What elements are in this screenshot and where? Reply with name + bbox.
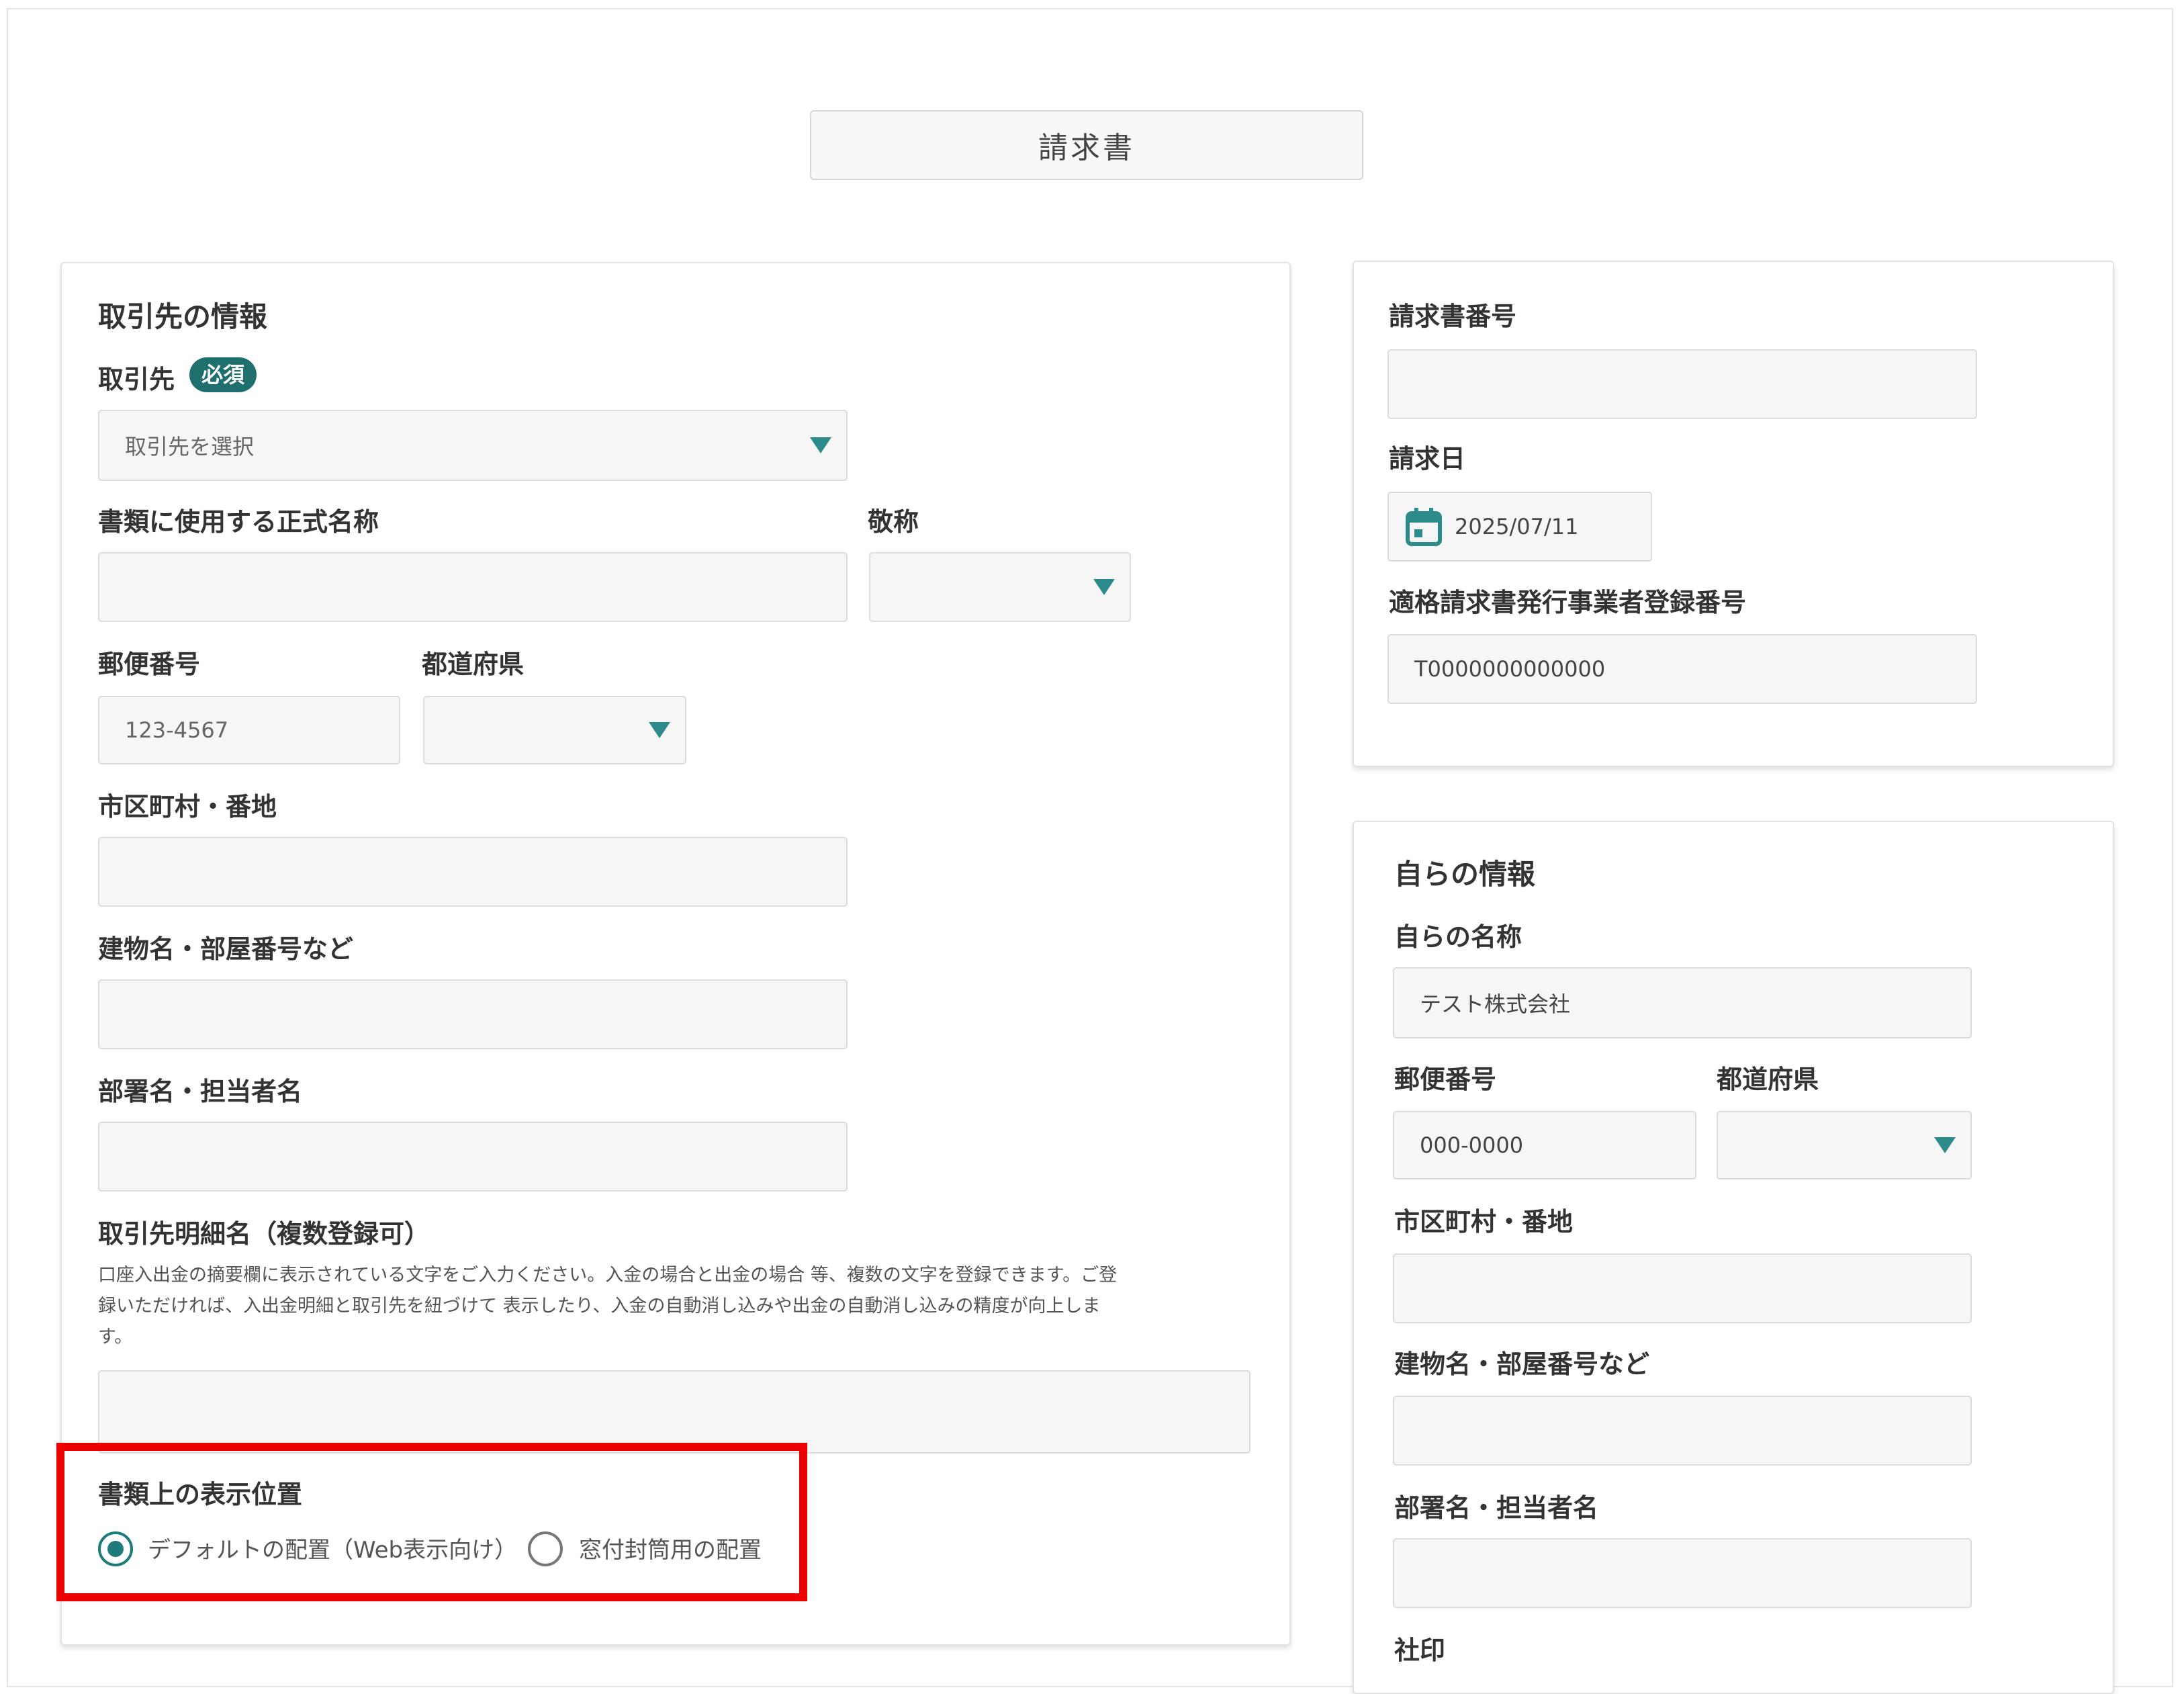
official-name-input[interactable] bbox=[98, 552, 848, 622]
help-line: 口座入出金の摘要欄に表示されている文字をご入力ください。入金の場合と出金の場合 … bbox=[98, 1265, 1118, 1286]
radio-window-label[interactable]: 窓付封筒用の配置 bbox=[579, 1531, 762, 1564]
invoice-number-label: 請求書番号 bbox=[1389, 302, 1517, 331]
postal-input[interactable]: 123-4567 bbox=[98, 696, 400, 764]
client-section-title: 取引先の情報 bbox=[98, 300, 268, 333]
radio-default-label[interactable]: デフォルトの配置（Web表示向け） bbox=[148, 1531, 517, 1564]
own-building-input[interactable] bbox=[1393, 1396, 1972, 1466]
own-postal-input[interactable]: 000-0000 bbox=[1393, 1111, 1696, 1179]
invoice-number-input[interactable] bbox=[1387, 349, 1977, 419]
department-input[interactable] bbox=[98, 1122, 848, 1192]
registration-input[interactable]: T0000000000000 bbox=[1387, 634, 1977, 704]
own-prefecture-label: 都道府県 bbox=[1717, 1065, 1819, 1094]
registration-value: T0000000000000 bbox=[1414, 656, 1606, 682]
detail-name-input[interactable] bbox=[98, 1370, 1250, 1454]
postal-input-placeholder: 123-4567 bbox=[125, 717, 229, 743]
highlight-box bbox=[56, 1443, 807, 1601]
building-label: 建物名・部屋番号など bbox=[98, 934, 354, 964]
chevron-down-icon bbox=[649, 722, 670, 738]
department-label: 部署名・担当者名 bbox=[98, 1077, 303, 1106]
own-building-label: 建物名・部屋番号など bbox=[1394, 1349, 1650, 1379]
postal-label: 郵便番号 bbox=[98, 650, 201, 679]
client-label: 取引先 bbox=[98, 365, 175, 394]
radio-window-envelope[interactable] bbox=[528, 1531, 563, 1566]
own-postal-value: 000-0000 bbox=[1420, 1132, 1524, 1158]
honorific-select[interactable] bbox=[869, 552, 1131, 622]
own-department-label: 部署名・担当者名 bbox=[1394, 1493, 1599, 1523]
chevron-down-icon bbox=[810, 437, 831, 453]
chevron-down-icon bbox=[1093, 579, 1115, 595]
official-name-label: 書類に使用する正式名称 bbox=[98, 507, 379, 537]
display-position-label: 書類上の表示位置 bbox=[98, 1480, 303, 1509]
invoice-date-value: 2025/07/11 bbox=[1455, 514, 1579, 539]
own-name-value: テスト株式会社 bbox=[1420, 991, 1571, 1017]
required-badge: 必須 bbox=[189, 357, 257, 392]
invoice-date-input[interactable]: 2025/07/11 bbox=[1387, 492, 1652, 562]
city-input[interactable] bbox=[98, 837, 848, 907]
chevron-down-icon bbox=[1934, 1137, 1956, 1153]
building-input[interactable] bbox=[98, 979, 848, 1049]
own-section-title: 自らの情報 bbox=[1394, 858, 1536, 891]
honorific-label: 敬称 bbox=[868, 507, 919, 537]
detail-name-label: 取引先明細名（複数登録可） bbox=[98, 1219, 430, 1249]
calendar-icon[interactable] bbox=[1405, 506, 1443, 547]
own-name-input[interactable]: テスト株式会社 bbox=[1393, 967, 1972, 1038]
help-line: す。 bbox=[98, 1327, 133, 1347]
own-city-label: 市区町村・番地 bbox=[1394, 1207, 1574, 1237]
detail-help-text: 口座入出金の摘要欄に表示されている文字をご入力ください。入金の場合と出金の場合 … bbox=[98, 1260, 1253, 1353]
radio-default-placement[interactable] bbox=[98, 1531, 133, 1566]
document-title: 請求書 bbox=[810, 110, 1363, 180]
own-name-label: 自らの名称 bbox=[1394, 922, 1522, 952]
city-label: 市区町村・番地 bbox=[98, 792, 277, 821]
own-city-input[interactable] bbox=[1393, 1253, 1972, 1323]
prefecture-select[interactable] bbox=[423, 696, 686, 764]
own-department-input[interactable] bbox=[1393, 1538, 1972, 1608]
client-select-placeholder: 取引先を選択 bbox=[125, 434, 255, 459]
own-postal-label: 郵便番号 bbox=[1394, 1065, 1497, 1094]
own-prefecture-select[interactable] bbox=[1717, 1111, 1972, 1179]
invoice-date-label: 請求日 bbox=[1389, 444, 1466, 474]
prefecture-label: 都道府県 bbox=[422, 650, 525, 679]
client-select[interactable]: 取引先を選択 bbox=[98, 410, 848, 481]
help-line: 録いただければ、入出金明細と取引先を紐づけて 表示したり、入金の自動消し込みや出… bbox=[98, 1296, 1101, 1317]
seal-label: 社印 bbox=[1394, 1636, 1446, 1665]
registration-label: 適格請求書発行事業者登録番号 bbox=[1389, 588, 1747, 617]
